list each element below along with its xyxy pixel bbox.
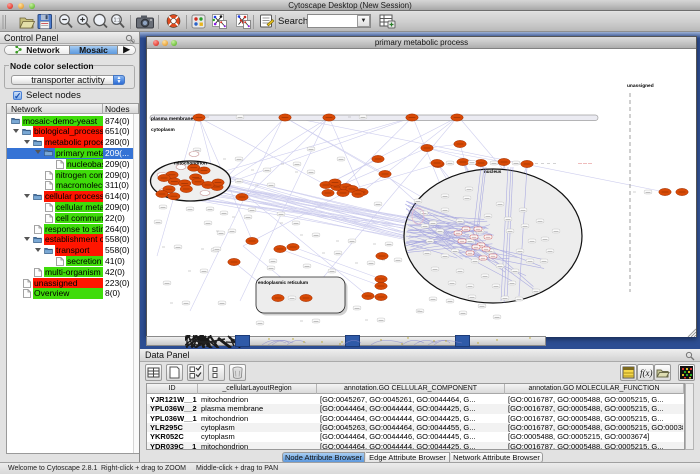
svg-text:endoplasmic reticulum: endoplasmic reticulum <box>258 280 308 285</box>
svg-text:1:1: 1:1 <box>114 18 121 24</box>
svg-text:nucleus: nucleus <box>484 169 502 174</box>
svg-text:mitochondrion: mitochondrion <box>174 161 207 166</box>
svg-text:cytoplasm: cytoplasm <box>151 127 175 133</box>
svg-text:f(x): f(x) <box>640 368 653 378</box>
svg-text:plasma membrane: plasma membrane <box>151 116 193 122</box>
svg-text:unassigned: unassigned <box>627 83 654 89</box>
